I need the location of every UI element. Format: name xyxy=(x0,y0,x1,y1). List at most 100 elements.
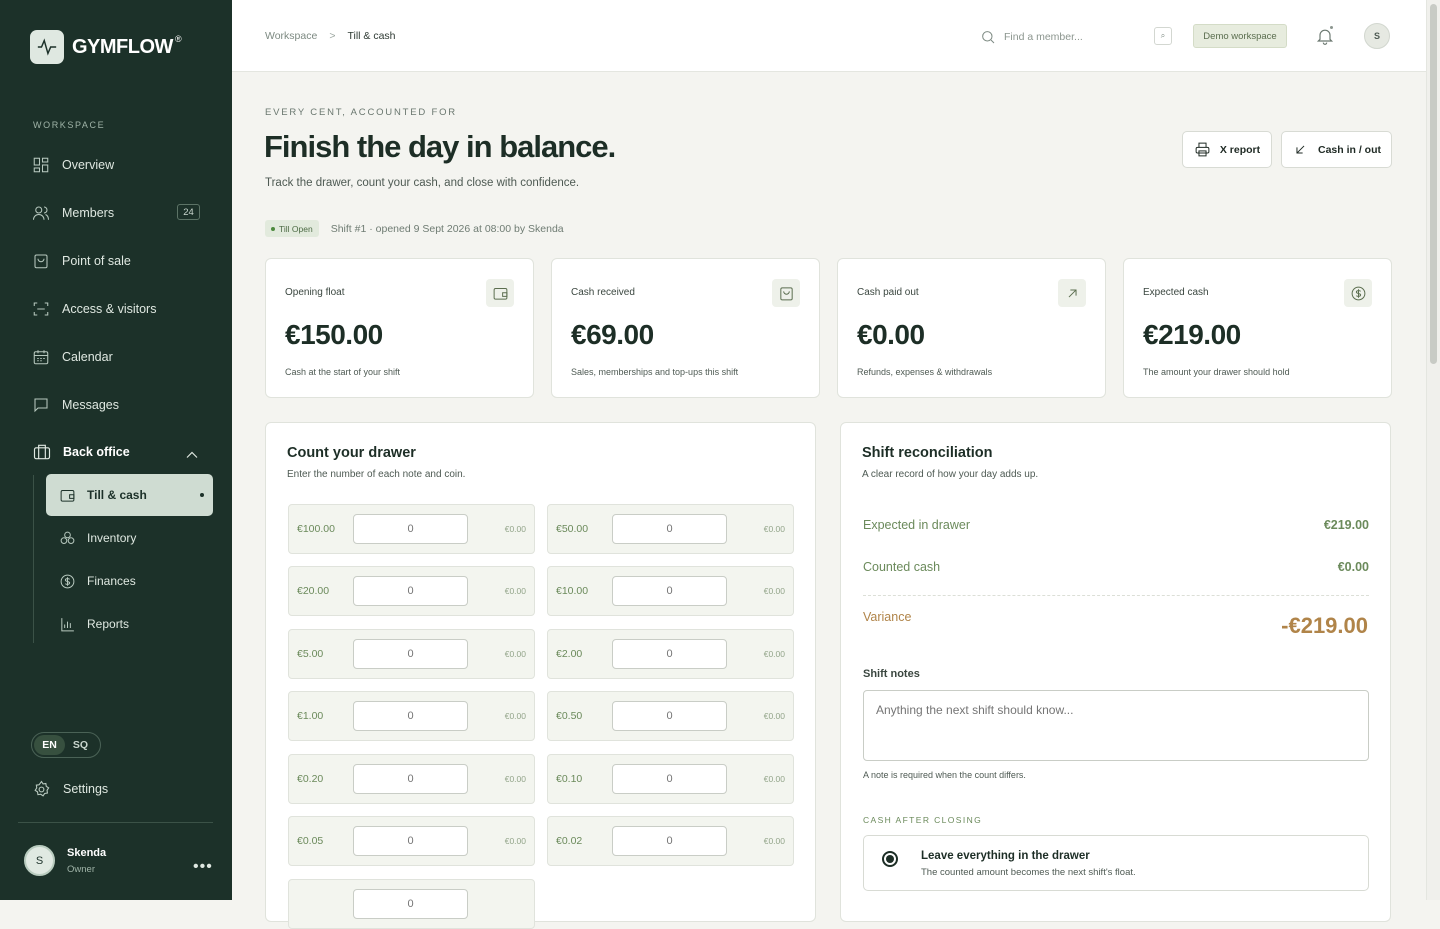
workspace-section-label: WORKSPACE xyxy=(33,120,106,130)
sidebar-item-overview[interactable]: Overview xyxy=(32,153,114,177)
user-name: Skenda xyxy=(67,846,107,859)
chevron-up-icon[interactable] xyxy=(182,445,202,465)
denomination-total: €0.00 xyxy=(763,649,785,659)
denomination-label: €10.00 xyxy=(556,585,589,597)
shift-description: Shift #1 · opened 9 Sept 2026 at 08:00 b… xyxy=(330,222,564,235)
denomination-total: €0.00 xyxy=(504,649,526,659)
shift-reconciliation-card: Shift reconciliation A clear record of h… xyxy=(840,422,1391,922)
sidebar-item-label: Messages xyxy=(62,398,119,412)
denomination-row: €0.02 €0.00 xyxy=(547,816,794,866)
sidebar-item-point-of-sale[interactable]: Point of sale xyxy=(32,249,131,273)
sidebar-item-access-visitors[interactable]: Access & visitors xyxy=(32,297,156,321)
shift-status-row: Till Open Shift #1 · opened 9 Sept 2026 … xyxy=(265,220,564,237)
radio-selected[interactable] xyxy=(882,851,898,867)
language-option-en[interactable]: EN xyxy=(34,735,65,755)
arrow-up-right-icon xyxy=(1058,279,1086,307)
kpi-value: €150.00 xyxy=(285,319,383,350)
sidebar-item-messages[interactable]: Messages xyxy=(32,393,119,417)
brand-logo[interactable]: GYMFLOW ® xyxy=(30,30,182,64)
x-report-button[interactable]: X report xyxy=(1182,131,1272,168)
kpi-label: Cash received xyxy=(571,287,635,298)
denomination-count-input[interactable] xyxy=(353,576,468,606)
sidebar-item-label: Point of sale xyxy=(62,254,131,268)
scrollbar[interactable] xyxy=(1426,0,1440,900)
search-input[interactable]: Find a member... xyxy=(1004,31,1083,43)
kpi-value: €0.00 xyxy=(857,319,925,350)
wallet-icon xyxy=(60,489,75,502)
denomination-count-input[interactable] xyxy=(612,514,727,544)
denomination-count-input[interactable] xyxy=(353,889,468,919)
denomination-count-input[interactable] xyxy=(353,514,468,544)
radio-dot xyxy=(886,855,894,863)
language-option-sq[interactable]: SQ xyxy=(65,735,96,755)
cash-in-out-button[interactable]: Cash in / out xyxy=(1281,131,1392,168)
avatar: S xyxy=(24,845,55,876)
denomination-total: €0.00 xyxy=(763,774,785,784)
status-dot xyxy=(271,226,275,231)
denomination-label: €0.02 xyxy=(556,835,583,847)
page-title: Finish the day in balance. xyxy=(264,129,616,164)
card-subtitle: A clear record of how your day adds up. xyxy=(862,469,1039,480)
sidebar-item-members[interactable]: Members xyxy=(32,201,114,225)
scrollbar-thumb[interactable] xyxy=(1430,4,1437,364)
denomination-count-input[interactable] xyxy=(353,701,468,731)
dollar-circle-icon xyxy=(60,574,75,588)
denomination-total: €0.00 xyxy=(504,774,526,784)
sidebar-item-reports[interactable]: Reports xyxy=(46,603,213,645)
kpi-expected-cash: Expected cash €219.00 The amount your dr… xyxy=(1123,258,1392,398)
denomination-count-input[interactable] xyxy=(353,764,468,794)
variance-value: -€219.00 xyxy=(1281,613,1368,638)
denomination-count-input[interactable] xyxy=(612,826,727,856)
member-search[interactable]: Find a member... xyxy=(980,26,1172,48)
expected-in-drawer-row: Expected in drawer €219.00 xyxy=(863,518,1369,532)
counted-cash-row: Counted cash €0.00 xyxy=(863,560,1369,574)
brand-name: GYMFLOW xyxy=(72,35,173,58)
sidebar-item-inventory[interactable]: Inventory xyxy=(46,517,213,559)
denomination-label: €1.00 xyxy=(297,710,324,722)
sidebar-item-till-cash[interactable]: Till & cash xyxy=(46,474,213,516)
search-shortcut-key: ⌕ xyxy=(1154,27,1172,45)
boxes-icon xyxy=(60,531,75,544)
denomination-count-input[interactable] xyxy=(353,826,468,856)
kpi-description: The amount your drawer should hold xyxy=(1143,367,1290,377)
sidebar-item-finances[interactable]: Finances xyxy=(46,560,213,602)
shift-notes-textarea[interactable] xyxy=(863,690,1369,761)
denomination-label: €0.10 xyxy=(556,773,583,785)
kpi-description: Sales, memberships and top-ups this shif… xyxy=(571,367,739,377)
sidebar-group-label: Back office xyxy=(63,445,130,459)
option-leave-in-drawer[interactable]: Leave everything in the drawer The count… xyxy=(863,835,1369,891)
grid-icon xyxy=(33,157,49,173)
denomination-count-input[interactable] xyxy=(612,701,727,731)
kpi-description: Refunds, expenses & withdrawals xyxy=(857,367,993,377)
brand-reg-mark: ® xyxy=(174,34,182,44)
breadcrumb-workspace[interactable]: Workspace xyxy=(265,30,317,42)
avatar[interactable]: S xyxy=(1364,23,1390,49)
user-profile[interactable]: S Skenda Owner xyxy=(24,845,106,876)
page-subtitle: Track the drawer, count your cash, and c… xyxy=(265,177,580,189)
sidebar-item-label: Finances xyxy=(87,574,136,588)
more-options-icon[interactable]: ••• xyxy=(193,858,213,876)
sidebar-item-label: Reports xyxy=(87,617,130,631)
denomination-count-input[interactable] xyxy=(612,764,727,794)
denomination-row: €0.20 €0.00 xyxy=(288,754,535,804)
option-subtitle: The counted amount becomes the next shif… xyxy=(921,867,1136,878)
bar-chart-icon xyxy=(61,617,74,631)
gear-icon xyxy=(34,780,50,797)
sidebar-item-settings[interactable]: Settings xyxy=(32,777,108,801)
card-title: Shift reconciliation xyxy=(862,445,993,461)
submenu-guide-line xyxy=(33,475,34,643)
workspace-badge[interactable]: Demo workspace xyxy=(1193,24,1287,48)
denomination-count-input[interactable] xyxy=(612,639,727,669)
bell-icon[interactable] xyxy=(1315,26,1335,46)
variance-label: Variance xyxy=(863,610,912,624)
denomination-count-input[interactable] xyxy=(353,639,468,669)
expected-label: Expected in drawer xyxy=(863,518,971,532)
denomination-row: €0.05 €0.00 xyxy=(288,816,535,866)
sidebar-group-back-office[interactable]: Back office xyxy=(32,440,202,464)
status-badge: Till Open xyxy=(265,220,319,237)
chevron-right-icon: > xyxy=(329,30,336,42)
reconciliation-divider xyxy=(863,595,1369,596)
denomination-count-input[interactable] xyxy=(612,576,727,606)
denomination-total: €0.00 xyxy=(504,836,526,846)
sidebar-item-calendar[interactable]: Calendar xyxy=(32,345,113,369)
